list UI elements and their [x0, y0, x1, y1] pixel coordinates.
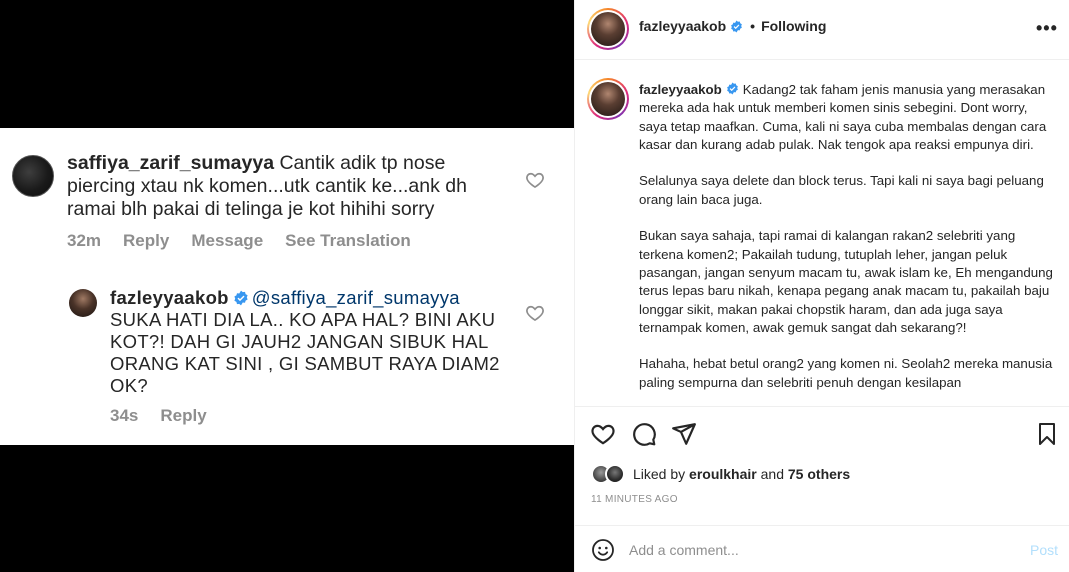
comment-2-meta: 34s Reply [110, 406, 207, 426]
comment-1-body: saffiya_zarif_sumayya Cantik adik tp nos… [67, 152, 507, 221]
caption-username[interactable]: fazleyyaakob [639, 82, 722, 97]
liker-avatar [605, 464, 625, 484]
comment-2-mention: @saffiya_zarif_sumayya [251, 287, 460, 308]
emoji-icon[interactable] [591, 538, 615, 562]
likes-text: Liked by eroulkhair and 75 others [633, 466, 850, 482]
add-comment-bar: Post [575, 525, 1069, 572]
post-media[interactable]: saffiya_zarif_sumayya Cantik adik tp nos… [0, 0, 574, 572]
reply-avatar [69, 289, 97, 317]
verified-badge-icon [234, 290, 248, 306]
comment-1-message: Message [191, 231, 264, 250]
verified-badge-icon [726, 82, 738, 95]
caption-avatar[interactable] [587, 78, 629, 120]
following-button[interactable]: Following [761, 18, 826, 34]
verified-badge-icon [731, 20, 743, 32]
post-header: fazleyyaakob • Following ••• [575, 0, 1069, 60]
comment-screenshot: saffiya_zarif_sumayya Cantik adik tp nos… [0, 128, 574, 445]
likes-others[interactable]: 75 others [788, 466, 850, 482]
header-user-block: fazleyyaakob • Following [639, 18, 826, 34]
comment-2-username: fazleyyaakob [110, 287, 229, 308]
comment-2-reply: Reply [160, 406, 207, 425]
author-avatar[interactable] [587, 8, 629, 50]
caption-text: fazleyyaakob Kadang2 tak faham jenis manu… [639, 81, 1059, 406]
more-options-icon[interactable]: ••• [1036, 19, 1057, 37]
like-heart-icon[interactable] [590, 421, 616, 447]
heart-icon [526, 172, 544, 189]
comment-1-meta: 32m Reply Message See Translation [67, 231, 411, 251]
action-bar [575, 406, 1069, 461]
comment-1-translate: See Translation [285, 231, 411, 250]
post-comment-button[interactable]: Post [1030, 542, 1058, 558]
comment-1-username: saffiya_zarif_sumayya [67, 152, 275, 174]
post-timestamp[interactable]: 11 MINUTES AGO [591, 494, 678, 505]
comment-2-time: 34s [110, 406, 139, 425]
comment-1-reply: Reply [123, 231, 170, 250]
header-separator: • [750, 18, 756, 34]
share-paper-plane-icon[interactable] [671, 421, 697, 447]
comment-bubble-icon[interactable] [631, 421, 657, 447]
commenter-avatar [12, 155, 54, 197]
caption-paragraph-4: Hahaha, hebat betul orang2 yang komen ni… [639, 356, 1053, 390]
caption-area[interactable]: fazleyyaakob Kadang2 tak faham jenis manu… [575, 61, 1069, 406]
comment-2-text: SUKA HATI DIA LA.. KO APA HAL? BINI AKU … [110, 309, 500, 396]
caption-paragraph-2: Selalunya saya delete dan block terus. T… [639, 173, 1044, 207]
comment-1-time: 32m [67, 231, 102, 250]
header-username[interactable]: fazleyyaakob [639, 18, 726, 34]
add-comment-input[interactable] [629, 538, 1009, 562]
likes-and: and [760, 466, 784, 482]
heart-icon [526, 305, 544, 322]
caption-paragraph-3: Bukan saya sahaja, tapi ramai di kalanga… [639, 228, 1053, 335]
liker-username[interactable]: eroulkhair [689, 466, 757, 482]
comment-2-body: fazleyyaakob @saffiya_zarif_sumayya SUKA … [110, 287, 510, 397]
post-sidebar: fazleyyaakob • Following ••• fazleyyaako… [574, 0, 1069, 572]
likes-summary[interactable]: Liked by eroulkhair and 75 others [591, 464, 850, 484]
save-bookmark-icon[interactable] [1035, 421, 1059, 447]
likes-prefix: Liked by [633, 466, 686, 482]
instagram-post-view: saffiya_zarif_sumayya Cantik adik tp nos… [0, 0, 1069, 572]
